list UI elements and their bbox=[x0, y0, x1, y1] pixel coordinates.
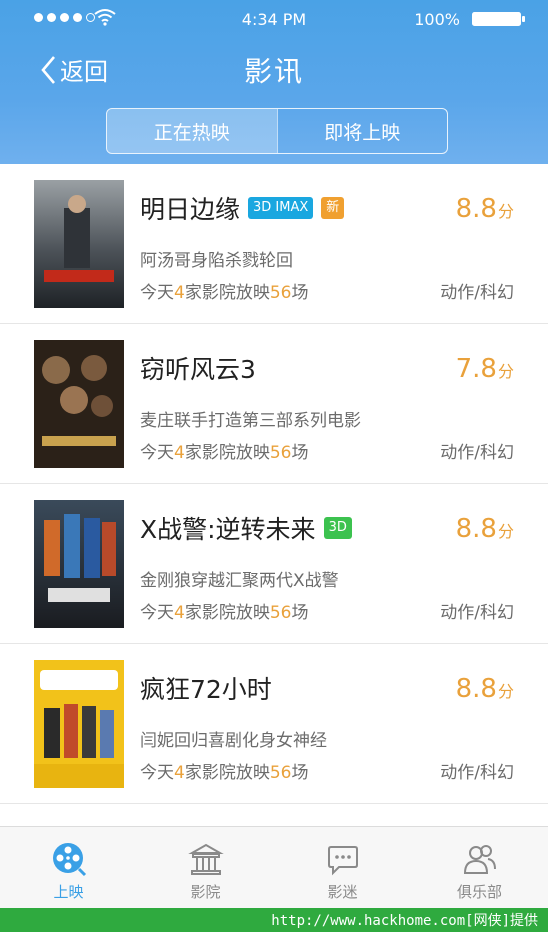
tab-label: 影迷 bbox=[327, 883, 358, 901]
movie-title-line: 疯狂72小时 bbox=[140, 670, 272, 706]
movie-description: 阿汤哥身陷杀戮轮回 bbox=[140, 251, 293, 271]
tab-now-showing[interactable]: 正在热映 bbox=[107, 109, 277, 153]
battery-icon bbox=[472, 12, 525, 26]
movie-list: 明日边缘 3D IMAX 新 8.8分 阿汤哥身陷杀戮轮回 今天4家影院放映56… bbox=[0, 164, 548, 804]
movie-poster bbox=[34, 180, 124, 308]
bottom-tab-bar: 上映 影院 影迷 俱乐部 bbox=[0, 826, 548, 909]
movie-description: 闫妮回归喜剧化身女神经 bbox=[140, 731, 327, 751]
movie-description: 金刚狼穿越汇聚两代X战警 bbox=[140, 571, 339, 591]
movie-title-line: X战警:逆转未来 3D bbox=[140, 510, 352, 546]
movie-poster bbox=[34, 660, 124, 788]
movie-genre: 动作/科幻 bbox=[440, 763, 514, 783]
status-time: 4:34 PM bbox=[241, 10, 307, 29]
showtime-info: 今天4家影院放映56场 bbox=[140, 283, 309, 303]
tab-coming-soon[interactable]: 即将上映 bbox=[276, 109, 448, 153]
movie-row[interactable]: 疯狂72小时 8.8分 闫妮回归喜剧化身女神经 今天4家影院放映56场 动作/科… bbox=[0, 644, 548, 804]
tab-label: 影院 bbox=[190, 883, 221, 901]
movie-row[interactable]: 窃听风云3 7.8分 麦庄联手打造第三部系列电影 今天4家影院放映56场 动作/… bbox=[0, 324, 548, 484]
cinema-building-icon bbox=[187, 843, 224, 875]
segmented-control: 正在热映 即将上映 bbox=[106, 108, 448, 154]
page-title: 影讯 bbox=[243, 55, 304, 88]
showtime-info: 今天4家影院放映56场 bbox=[140, 443, 309, 463]
showtime-info: 今天4家影院放映56场 bbox=[140, 603, 309, 623]
new-badge: 新 bbox=[321, 197, 345, 219]
movie-title: 窃听风云3 bbox=[140, 355, 256, 384]
movie-row[interactable]: 明日边缘 3D IMAX 新 8.8分 阿汤哥身陷杀戮轮回 今天4家影院放映56… bbox=[0, 164, 548, 324]
tab-now-playing[interactable]: 上映 bbox=[0, 827, 137, 909]
movie-genre: 动作/科幻 bbox=[440, 443, 514, 463]
tab-label: 俱乐部 bbox=[456, 883, 502, 901]
movie-score: 8.8分 bbox=[455, 674, 514, 704]
movie-poster bbox=[34, 340, 124, 468]
watermark-footer: http://www.hackhome.com[网侠]提供 bbox=[0, 908, 548, 932]
format-badge: 3D IMAX bbox=[248, 197, 314, 219]
film-reel-icon bbox=[52, 843, 86, 877]
movie-title-line: 明日边缘 3D IMAX 新 bbox=[140, 190, 345, 226]
movie-title: 疯狂72小时 bbox=[140, 675, 272, 704]
movie-score: 8.8分 bbox=[455, 514, 514, 544]
app-header: 4:34 PM 100% 返回 影讯 正在热映 即将上映 bbox=[0, 0, 548, 164]
tab-cinemas[interactable]: 影院 bbox=[137, 827, 274, 909]
movie-description: 麦庄联手打造第三部系列电影 bbox=[140, 411, 361, 431]
movie-genre: 动作/科幻 bbox=[440, 603, 514, 623]
movie-score: 7.8分 bbox=[455, 354, 514, 384]
showtime-info: 今天4家影院放映56场 bbox=[140, 763, 309, 783]
tab-club[interactable]: 俱乐部 bbox=[411, 827, 548, 909]
tab-fans[interactable]: 影迷 bbox=[274, 827, 411, 909]
chat-bubble-icon bbox=[327, 846, 358, 876]
movie-title: X战警:逆转未来 bbox=[140, 515, 316, 544]
movie-score: 8.8分 bbox=[455, 194, 514, 224]
people-icon bbox=[463, 845, 496, 874]
format-badge: 3D bbox=[323, 517, 352, 539]
status-bar: 4:34 PM 100% bbox=[0, 8, 548, 30]
nav-bar: 返回 影讯 bbox=[0, 48, 548, 92]
battery-percent: 100% bbox=[414, 10, 460, 29]
movie-genre: 动作/科幻 bbox=[440, 283, 514, 303]
tab-label: 上映 bbox=[53, 883, 84, 901]
movie-row[interactable]: X战警:逆转未来 3D 8.8分 金刚狼穿越汇聚两代X战警 今天4家影院放映56… bbox=[0, 484, 548, 644]
movie-title-line: 窃听风云3 bbox=[140, 350, 256, 386]
movie-poster bbox=[34, 500, 124, 628]
movie-title: 明日边缘 bbox=[140, 195, 241, 224]
